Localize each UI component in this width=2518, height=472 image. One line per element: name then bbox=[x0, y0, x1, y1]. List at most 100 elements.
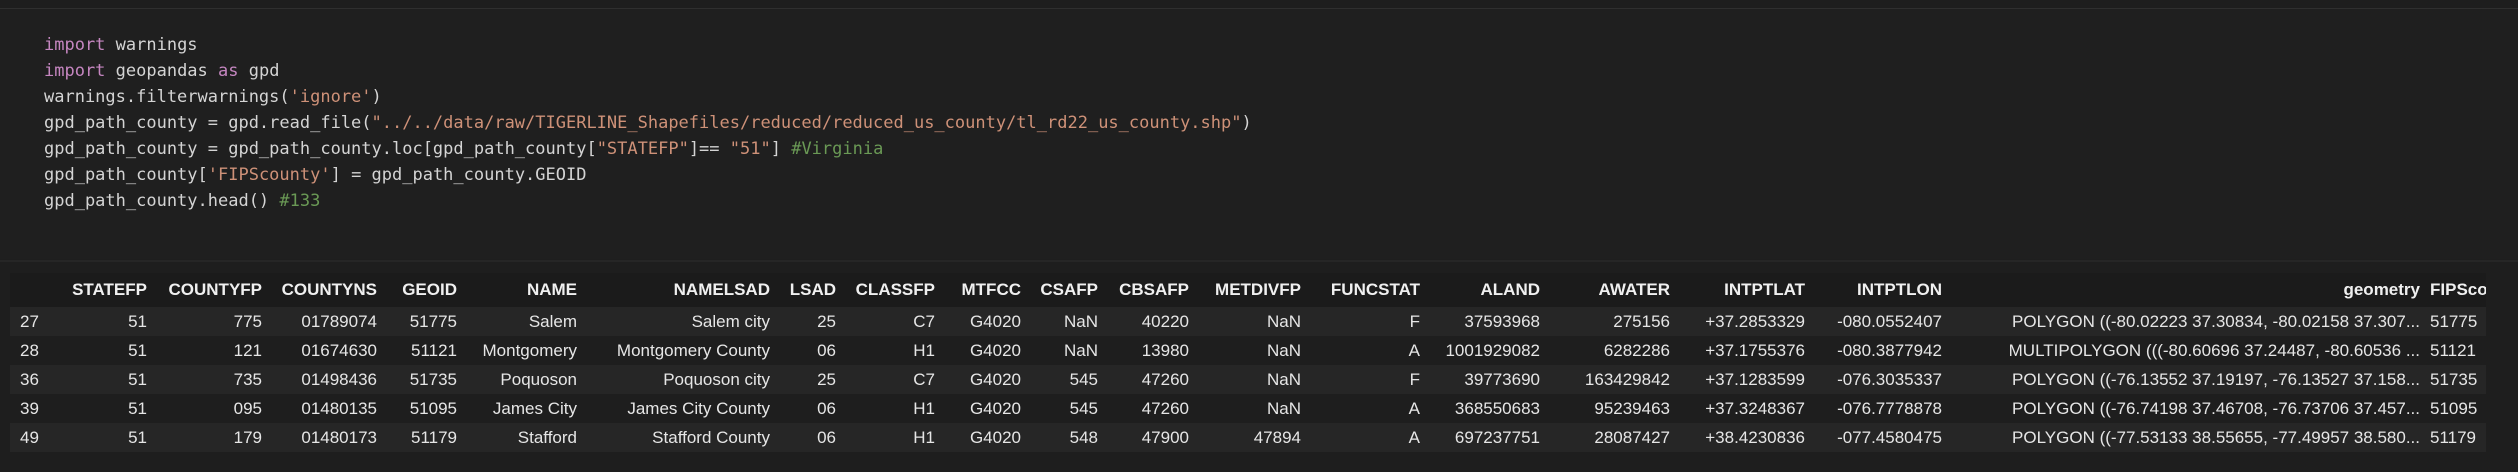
table-cell: +37.2853329 bbox=[1680, 307, 1815, 336]
table-cell: 51121 bbox=[387, 336, 467, 365]
column-header: NAME bbox=[467, 273, 587, 307]
code-editor[interactable]: import warnings import geopandas as gpd … bbox=[44, 32, 1252, 214]
table-cell: NaN bbox=[1199, 365, 1311, 394]
row-index: 49 bbox=[10, 423, 52, 452]
table-cell: 697237751 bbox=[1430, 423, 1550, 452]
table-cell: 775 bbox=[157, 307, 272, 336]
code-line-4: gpd_path_county = gpd.read_file("../../d… bbox=[44, 113, 1252, 133]
column-header: MTFCC bbox=[945, 273, 1031, 307]
table-cell: 095 bbox=[157, 394, 272, 423]
code-line-1: import warnings bbox=[44, 35, 198, 55]
table-cell: 545 bbox=[1031, 365, 1108, 394]
table-cell: 13980 bbox=[1108, 336, 1199, 365]
column-header: AWATER bbox=[1550, 273, 1680, 307]
table-cell: 01480173 bbox=[272, 423, 387, 452]
table-cell: 51179 bbox=[2430, 423, 2486, 452]
table-cell: 368550683 bbox=[1430, 394, 1550, 423]
column-header: geometry bbox=[1952, 273, 2430, 307]
column-header: FIPScounty bbox=[2430, 273, 2486, 307]
column-header: FUNCSTAT bbox=[1311, 273, 1430, 307]
column-header: INTPTLAT bbox=[1680, 273, 1815, 307]
dataframe-table: STATEFP COUNTYFP COUNTYNS GEOID NAME NAMELSAD… bbox=[10, 273, 2486, 452]
table-cell: 51179 bbox=[387, 423, 467, 452]
table-cell: 47260 bbox=[1108, 365, 1199, 394]
table-cell: NaN bbox=[1199, 336, 1311, 365]
column-header: LSAD bbox=[780, 273, 846, 307]
table-cell: NaN bbox=[1031, 307, 1108, 336]
table-row: 27 51 775 01789074 51775 Salem Salem city 25 C7 G… bbox=[10, 307, 2486, 336]
code-line-5: gpd_path_county = gpd_path_county.loc[gp… bbox=[44, 139, 884, 159]
column-header: CSAFP bbox=[1031, 273, 1108, 307]
table-cell: Poquoson bbox=[467, 365, 587, 394]
table-cell: 121 bbox=[157, 336, 272, 365]
table-cell: +38.4230836 bbox=[1680, 423, 1815, 452]
table-cell: 06 bbox=[780, 394, 846, 423]
column-header: GEOID bbox=[387, 273, 467, 307]
table-cell: 179 bbox=[157, 423, 272, 452]
column-header: INTPTLON bbox=[1815, 273, 1952, 307]
table-cell: 51095 bbox=[2430, 394, 2486, 423]
table-cell: 51735 bbox=[2430, 365, 2486, 394]
table-cell: 51775 bbox=[387, 307, 467, 336]
table-cell: +37.1755376 bbox=[1680, 336, 1815, 365]
column-header: STATEFP bbox=[52, 273, 157, 307]
table-cell: Salem city bbox=[587, 307, 780, 336]
table-row: 28 51 121 01674630 51121 Montgomery Montgomery… bbox=[10, 336, 2486, 365]
column-header: METDIVFP bbox=[1199, 273, 1311, 307]
table-cell: -076.3035337 bbox=[1815, 365, 1952, 394]
table-cell: C7 bbox=[846, 365, 945, 394]
table-cell: NaN bbox=[1031, 336, 1108, 365]
table-cell: G4020 bbox=[945, 423, 1031, 452]
table-cell: 545 bbox=[1031, 394, 1108, 423]
table-cell: Poquoson city bbox=[587, 365, 780, 394]
table-cell: H1 bbox=[846, 394, 945, 423]
table-cell: POLYGON ((-76.13552 37.19197, -76.13527 … bbox=[1952, 365, 2430, 394]
table-cell: 47260 bbox=[1108, 394, 1199, 423]
table-cell: G4020 bbox=[945, 336, 1031, 365]
table-cell: F bbox=[1311, 365, 1430, 394]
table-cell: 01789074 bbox=[272, 307, 387, 336]
table-cell: 163429842 bbox=[1550, 365, 1680, 394]
table-cell: 1001929082 bbox=[1430, 336, 1550, 365]
table-cell: 25 bbox=[780, 365, 846, 394]
table-cell: -080.3877942 bbox=[1815, 336, 1952, 365]
table-cell: A bbox=[1311, 394, 1430, 423]
row-index: 39 bbox=[10, 394, 52, 423]
code-line-7: gpd_path_county.head() #133 bbox=[44, 191, 321, 211]
table-cell: 6282286 bbox=[1550, 336, 1680, 365]
code-cell[interactable]: import warnings import geopandas as gpd … bbox=[0, 9, 2518, 259]
code-line-6: gpd_path_county['FIPScounty'] = gpd_path… bbox=[44, 165, 587, 185]
table-header-row: STATEFP COUNTYFP COUNTYNS GEOID NAME NAMELSAD… bbox=[10, 273, 2486, 307]
table-cell: 548 bbox=[1031, 423, 1108, 452]
table-cell: 47894 bbox=[1199, 423, 1311, 452]
table-cell: 51121 bbox=[2430, 336, 2486, 365]
table-cell: 51 bbox=[52, 336, 157, 365]
table-cell: 25 bbox=[780, 307, 846, 336]
table-cell: POLYGON ((-77.53133 38.55655, -77.49957 … bbox=[1952, 423, 2430, 452]
table-cell: 51 bbox=[52, 307, 157, 336]
table-cell: MULTIPOLYGON (((-80.60696 37.24487, -80.… bbox=[1952, 336, 2430, 365]
table-cell: 275156 bbox=[1550, 307, 1680, 336]
table-cell: G4020 bbox=[945, 394, 1031, 423]
table-cell: James City County bbox=[587, 394, 780, 423]
table-cell: NaN bbox=[1199, 307, 1311, 336]
table-cell: Stafford County bbox=[587, 423, 780, 452]
table-cell: 47900 bbox=[1108, 423, 1199, 452]
table-cell: 01674630 bbox=[272, 336, 387, 365]
table-row: 36 51 735 01498436 51735 Poquoson Poquoson cit… bbox=[10, 365, 2486, 394]
table-row: 39 51 095 01480135 51095 James City James City… bbox=[10, 394, 2486, 423]
row-index: 27 bbox=[10, 307, 52, 336]
table-cell: 735 bbox=[157, 365, 272, 394]
table-cell: 37593968 bbox=[1430, 307, 1550, 336]
column-header: CBSAFP bbox=[1108, 273, 1199, 307]
code-line-3: warnings.filterwarnings('ignore') bbox=[44, 87, 382, 107]
column-header: NAMELSAD bbox=[587, 273, 780, 307]
table-cell: 51775 bbox=[2430, 307, 2486, 336]
table-cell: 51735 bbox=[387, 365, 467, 394]
column-header: CLASSFP bbox=[846, 273, 945, 307]
table-cell: C7 bbox=[846, 307, 945, 336]
table-cell: Montgomery County bbox=[587, 336, 780, 365]
table-cell: 01480135 bbox=[272, 394, 387, 423]
table-cell: Salem bbox=[467, 307, 587, 336]
table-cell: -077.4580475 bbox=[1815, 423, 1952, 452]
